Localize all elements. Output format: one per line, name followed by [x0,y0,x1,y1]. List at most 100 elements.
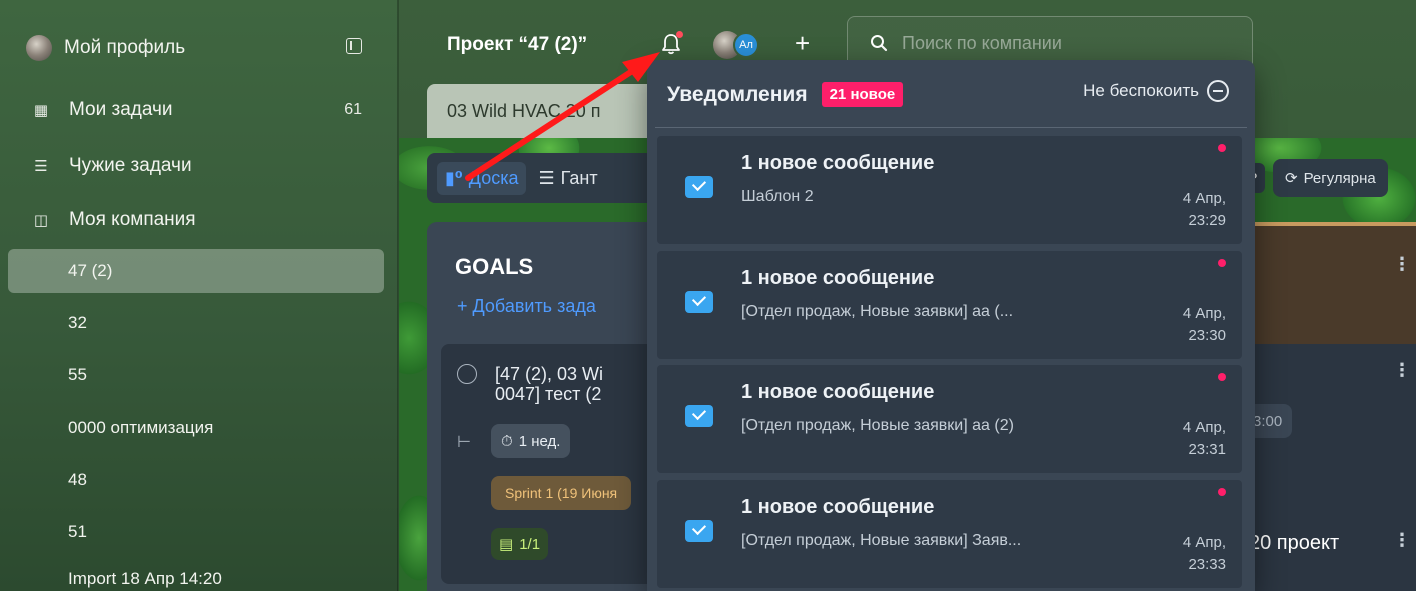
sidebar-item-label: Моя компания [69,209,196,230]
more-icon[interactable]: ⋮ [1393,530,1411,551]
tab-gantt-label: Гант [560,167,598,188]
notification-item[interactable]: 1 новое сообщение [Отдел продаж, Новые з… [657,480,1242,588]
tab-gantt[interactable]: ☰ Гант [538,168,597,189]
notification-item[interactable]: 1 новое сообщение Шаблон 2 4 Апр, 23:29 [657,136,1242,244]
notification-time: 23:31 [1188,441,1226,458]
column-title: GOALS [455,254,534,279]
member-initials-avatar: Ал [733,32,759,58]
more-icon[interactable]: ⋮ [1393,360,1411,381]
board-column-goals: GOALS + Добавить зада [47 (2), 03 Wi 004… [427,222,657,591]
notification-day: 4 Апр, [1182,305,1226,322]
unread-dot [1218,373,1226,381]
notification-time: 23:29 [1188,212,1226,229]
tab-label: 03 Wild HVAC,20 п [447,100,601,121]
sidebar-project-label: 32 [68,313,87,332]
message-check-icon [685,291,713,313]
notification-title: 1 новое сообщение [741,152,935,174]
notifications-bell-button[interactable] [661,31,683,55]
divider [655,127,1247,128]
sidebar-item-my-company[interactable]: ◫ Моя компания [8,198,384,242]
message-check-icon [685,405,713,427]
notifications-header: Уведомления 21 новое [667,82,904,107]
unread-dot [676,31,683,38]
tab-board[interactable]: ▮⁰ Доска [437,161,527,195]
complete-check-icon[interactable] [457,364,477,384]
regular-label: Регулярна [1303,169,1376,187]
sidebar-collapse-icon[interactable] [346,38,362,54]
notification-item[interactable]: 1 новое сообщение [Отдел продаж, Новые з… [657,365,1242,473]
notification-subtitle: [Отдел продаж, Новые заявки] аа (... [741,303,1014,320]
comments-count: 1/1 [519,535,541,553]
task-title: [47 (2), 03 Wi 0047] тест (2 [495,364,603,404]
notification-title: 1 новое сообщение [741,381,935,403]
comment-icon: ▤ [499,536,514,553]
sidebar-project-48[interactable]: 48 [8,458,384,502]
estimate-badge[interactable]: ⏱ 1 нед. [491,424,571,458]
repeat-icon: ⟳ [1285,170,1298,187]
sidebar-project-32[interactable]: 32 [8,301,384,345]
unread-dot [1218,144,1226,152]
sidebar-profile[interactable]: Мой профиль [8,26,384,70]
add-member-button[interactable]: + [795,28,810,59]
stopwatch-icon: ⏱ [501,432,513,450]
notification-subtitle: [Отдел продаж, Новые заявки] аа (2) [741,417,1014,434]
avatar [26,35,52,61]
tab-board-label: Доска [468,167,519,188]
add-task-button[interactable]: + Добавить зада [457,296,596,317]
sidebar-project-label: 48 [68,470,87,489]
notification-time: 23:33 [1188,556,1226,573]
message-check-icon [685,520,713,542]
id-card-icon: ▦ [33,102,49,119]
sidebar-project-55[interactable]: 55 [8,353,384,397]
do-not-disturb-button[interactable]: Не беспокоить [1083,80,1229,102]
unread-dot [1218,259,1226,267]
notification-day: 4 Апр, [1182,534,1226,551]
board-icon: ▮⁰ [445,167,463,188]
sidebar-project-0000[interactable]: 0000 оптимизация [8,406,384,450]
task-card[interactable]: [47 (2), 03 Wi 0047] тест (2 ⊢ ⏱ 1 нед. … [441,344,657,584]
task-count: 61 [344,101,362,118]
notification-item[interactable]: 1 новое сообщение [Отдел продаж, Новые з… [657,251,1242,359]
comments-badge[interactable]: ▤ 1/1 [491,528,549,560]
regular-tasks-button[interactable]: ⟳ Регулярна [1273,159,1388,197]
sprint-badge[interactable]: Sprint 1 (19 Июня [491,476,632,510]
search-icon [871,35,888,52]
message-check-icon [685,176,713,198]
gantt-icon: ☰ [538,167,555,188]
more-icon[interactable]: ⋮ [1393,254,1411,275]
sidebar-item-label: Чужие задачи [69,155,192,176]
notification-day: 4 Апр, [1182,190,1226,207]
search-input[interactable] [902,32,1202,54]
notification-subtitle: Шаблон 2 [741,188,814,205]
sidebar: Мой профиль ▦ Мои задачи 61 ☰ Чужие зада… [0,0,398,591]
sidebar-project-47-2[interactable]: 47 (2) [8,249,384,293]
notification-subtitle: [Отдел продаж, Новые заявки] Заяв... [741,532,1022,549]
sidebar-project-label: Import 18 Апр 14:20 [68,569,222,588]
notification-date: 4 Апр, 23:30 [1183,303,1226,347]
notification-time: 23:30 [1188,327,1226,344]
tab-project[interactable]: 03 Wild HVAC,20 п [427,84,677,138]
card-title: 20 проект [1249,532,1340,554]
view-switcher: ▮⁰ Доска ☰ Гант [427,153,657,203]
sidebar-project-51[interactable]: 51 [8,510,384,554]
notification-title: 1 новое сообщение [741,267,935,289]
sidebar-item-my-tasks[interactable]: ▦ Мои задачи 61 [8,88,384,132]
task-title-line: [47 (2), 03 Wi [495,364,604,384]
board-column-header [1241,222,1416,344]
notifications-panel: Уведомления 21 новое Не беспокоить 1 нов… [647,60,1255,591]
sidebar-profile-label: Мой профиль [64,37,186,58]
sidebar-project-label: 55 [68,365,87,384]
minus-circle-icon [1207,80,1229,102]
task-title-line: 0047] тест (2 [495,384,602,404]
dnd-label: Не беспокоить [1083,81,1199,100]
sidebar-project-label: 0000 оптимизация [68,418,214,437]
sidebar-item-others-tasks[interactable]: ☰ Чужие задачи [8,144,384,188]
project-members[interactable]: Ал [713,31,759,59]
unread-dot [1218,488,1226,496]
estimate-label: 1 нед. [518,432,561,450]
subtasks-icon: ⊢ [457,434,471,451]
sidebar-project-import[interactable]: Import 18 Апр 14:20 [8,557,384,591]
notification-date: 4 Апр, 23:33 [1183,532,1226,576]
notification-title: 1 новое сообщение [741,496,935,518]
briefcase-icon: ◫ [33,212,49,229]
